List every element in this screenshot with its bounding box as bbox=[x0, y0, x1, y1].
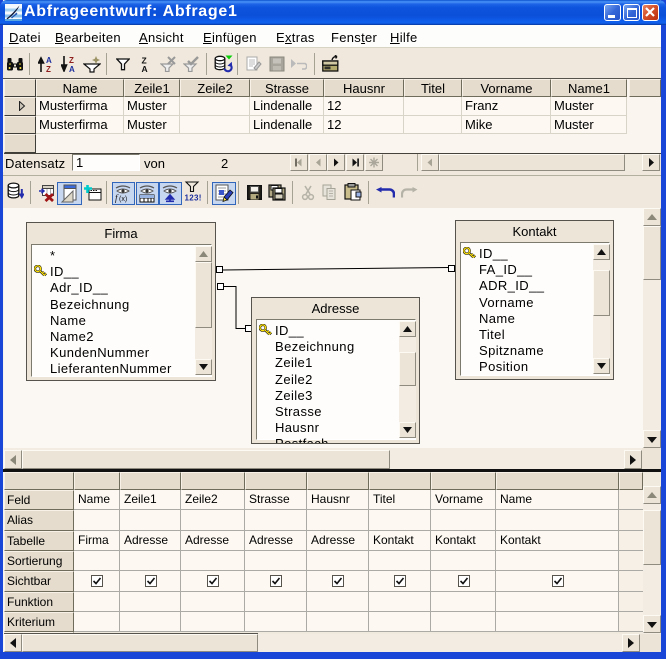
svg-text:Z: Z bbox=[69, 56, 74, 65]
svg-text:Z: Z bbox=[46, 65, 51, 72]
svg-text:(x): (x) bbox=[119, 196, 127, 203]
svg-text:A: A bbox=[46, 56, 52, 65]
svg-text:A: A bbox=[142, 64, 148, 72]
svg-text:123!: 123! bbox=[185, 194, 202, 202]
svg-text:A: A bbox=[69, 65, 75, 72]
